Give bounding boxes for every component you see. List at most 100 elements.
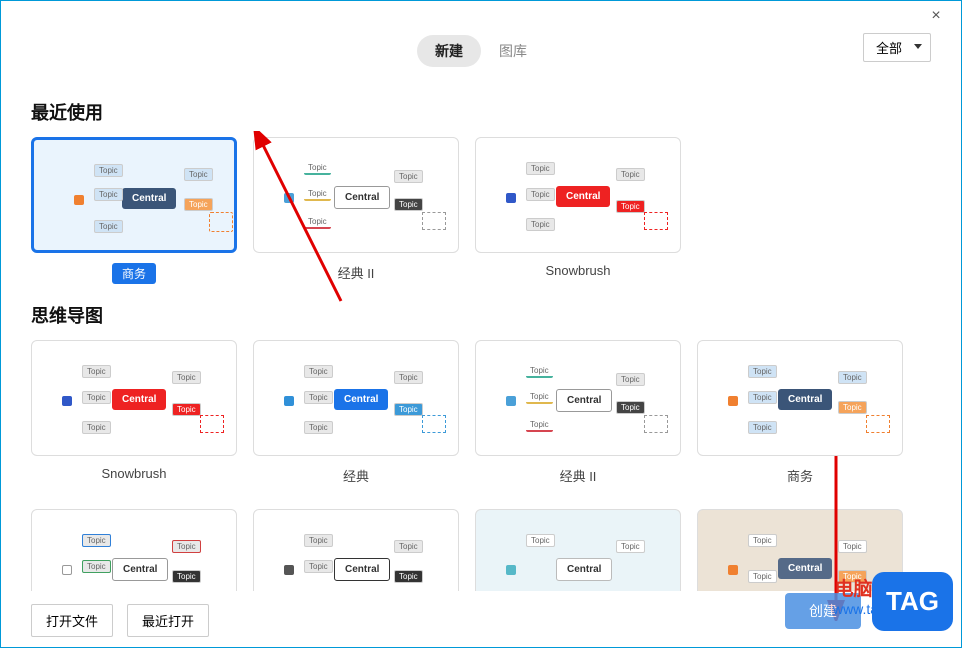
central-label: Central <box>112 389 166 410</box>
topic-label: Topic <box>82 365 111 378</box>
open-file-button[interactable]: 打开文件 <box>31 604 113 637</box>
central-label: Central <box>334 558 390 581</box>
topic-label: Topic <box>94 220 123 233</box>
template-card: Central Topic Topic Topic Topic Topic Sn… <box>475 137 681 284</box>
tabs: 新建 图库 <box>417 35 545 67</box>
template-label: 经典 II <box>338 263 375 282</box>
section-title-mindmap: 思维导图 <box>31 302 931 328</box>
template-thumbnail-snowbrush[interactable]: Central Topic Topic Topic Topic Topic <box>475 137 681 253</box>
tab-gallery[interactable]: 图库 <box>481 35 545 67</box>
template-thumbnail-classic2[interactable]: Central Topic Topic Topic Topic Topic <box>475 340 681 456</box>
topic-label: Topic <box>616 401 645 414</box>
topic-label: Topic <box>172 403 201 416</box>
central-label: Central <box>334 389 388 410</box>
mindmap-grid: Central Topic Topic Topic Topic Topic Sn… <box>31 340 931 591</box>
topic-label: Topic <box>304 365 333 378</box>
topic-label: Topic <box>748 570 777 583</box>
topic-label: Topic <box>838 570 867 583</box>
central-label: Central <box>112 558 168 581</box>
topic-label: Topic <box>748 534 777 547</box>
template-thumbnail-business[interactable]: Central Topic Topic Topic Topic Topic <box>697 340 903 456</box>
template-label: 商务 <box>112 263 156 284</box>
topic-label: Topic <box>94 188 123 201</box>
template-label: Snowbrush <box>101 466 166 481</box>
filter-dropdown[interactable]: 全部 <box>863 33 931 62</box>
topic-label: Topic <box>82 534 111 547</box>
topic-label: Topic <box>82 391 111 404</box>
template-card: Central Topic Topic Topic Topic Topic 经典… <box>253 137 459 284</box>
topic-label: Topic <box>616 540 645 553</box>
template-thumbnail-classic[interactable]: Central Topic Topic Topic Topic Topic <box>253 340 459 456</box>
topic-label: Topic <box>394 170 423 183</box>
topic-label: Topic <box>526 162 555 175</box>
template-thumbnail-classic2[interactable]: Central Topic Topic Topic Topic Topic <box>253 137 459 253</box>
topic-label: Topic <box>526 419 553 432</box>
topbar: 新建 图库 全部 <box>1 31 961 71</box>
topic-label: Topic <box>616 168 645 181</box>
titlebar: × <box>1 1 961 31</box>
topic-label: Topic <box>172 570 201 583</box>
template-label: Snowbrush <box>545 263 610 278</box>
topic-label: Topic <box>748 421 777 434</box>
create-button[interactable]: 创建 <box>785 593 861 629</box>
central-label: Central <box>778 389 832 410</box>
topic-label: Topic <box>616 200 645 213</box>
topic-label: Topic <box>82 560 111 573</box>
topic-label: Topic <box>82 421 111 434</box>
template-label: 商务 <box>787 466 813 485</box>
topic-label: Topic <box>838 540 867 553</box>
template-thumbnail[interactable]: Central Topic Topic Topic Topic <box>31 509 237 591</box>
topic-label: Topic <box>394 570 423 583</box>
topic-label: Topic <box>616 373 645 386</box>
central-label: Central <box>556 186 610 207</box>
template-thumbnail[interactable]: Central Topic Topic Topic Topic <box>697 509 903 591</box>
topic-label: Topic <box>838 371 867 384</box>
central-label: Central <box>778 558 832 579</box>
central-label: Central <box>556 389 612 412</box>
section-title-recent: 最近使用 <box>31 99 931 125</box>
template-thumbnail[interactable]: Central Topic Topic <box>475 509 681 591</box>
bottom-toolbar: 打开文件 最近打开 <box>31 604 209 637</box>
topic-label: Topic <box>526 188 555 201</box>
central-label: Central <box>334 186 390 209</box>
topic-label: Topic <box>94 164 123 177</box>
template-card: Central Topic Topic <box>475 509 681 591</box>
template-card: Central Topic Topic Topic Topic Topic Sn… <box>31 340 237 485</box>
topic-label: Topic <box>172 371 201 384</box>
template-card: Central Topic Topic Topic Topic <box>697 509 903 591</box>
template-card: Central Topic Topic Topic Topic <box>253 509 459 591</box>
template-card: Central Topic Topic Topic Topic <box>31 509 237 591</box>
topic-label: Topic <box>304 421 333 434</box>
topic-label: Topic <box>304 216 331 229</box>
topic-label: Topic <box>394 403 423 416</box>
topic-label: Topic <box>394 371 423 384</box>
template-card: Central Topic Topic Topic Topic Topic 经典 <box>253 340 459 485</box>
topic-label: Topic <box>172 540 201 553</box>
close-icon[interactable]: × <box>921 1 951 31</box>
template-card: Central Topic Topic Topic Topic Topic 商务 <box>697 340 903 485</box>
template-thumbnail-snowbrush[interactable]: Central Topic Topic Topic Topic Topic <box>31 340 237 456</box>
template-thumbnail-business[interactable]: Central Topic Topic Topic Topic Topic <box>31 137 237 253</box>
topic-label: Topic <box>838 401 867 414</box>
recent-open-button[interactable]: 最近打开 <box>127 604 209 637</box>
topic-label: Topic <box>304 188 331 201</box>
template-card: Central Topic Topic Topic Topic Topic 经典… <box>475 340 681 485</box>
central-label: Central <box>122 188 176 209</box>
topic-label: Topic <box>394 540 423 553</box>
topic-label: Topic <box>526 218 555 231</box>
recent-grid: Central Topic Topic Topic Topic Topic 商务… <box>31 137 931 284</box>
topic-label: Topic <box>304 534 333 547</box>
topic-label: Topic <box>304 391 333 404</box>
central-label: Central <box>556 558 612 581</box>
topic-label: Topic <box>526 534 555 547</box>
topic-label: Topic <box>526 365 553 378</box>
template-thumbnail[interactable]: Central Topic Topic Topic Topic <box>253 509 459 591</box>
topic-label: Topic <box>394 198 423 211</box>
tab-new[interactable]: 新建 <box>417 35 481 67</box>
topic-label: Topic <box>748 391 777 404</box>
template-card: Central Topic Topic Topic Topic Topic 商务 <box>31 137 237 284</box>
template-label: 经典 <box>343 466 369 485</box>
template-label: 经典 II <box>560 466 597 485</box>
topic-label: Topic <box>184 168 213 181</box>
topic-label: Topic <box>526 391 553 404</box>
